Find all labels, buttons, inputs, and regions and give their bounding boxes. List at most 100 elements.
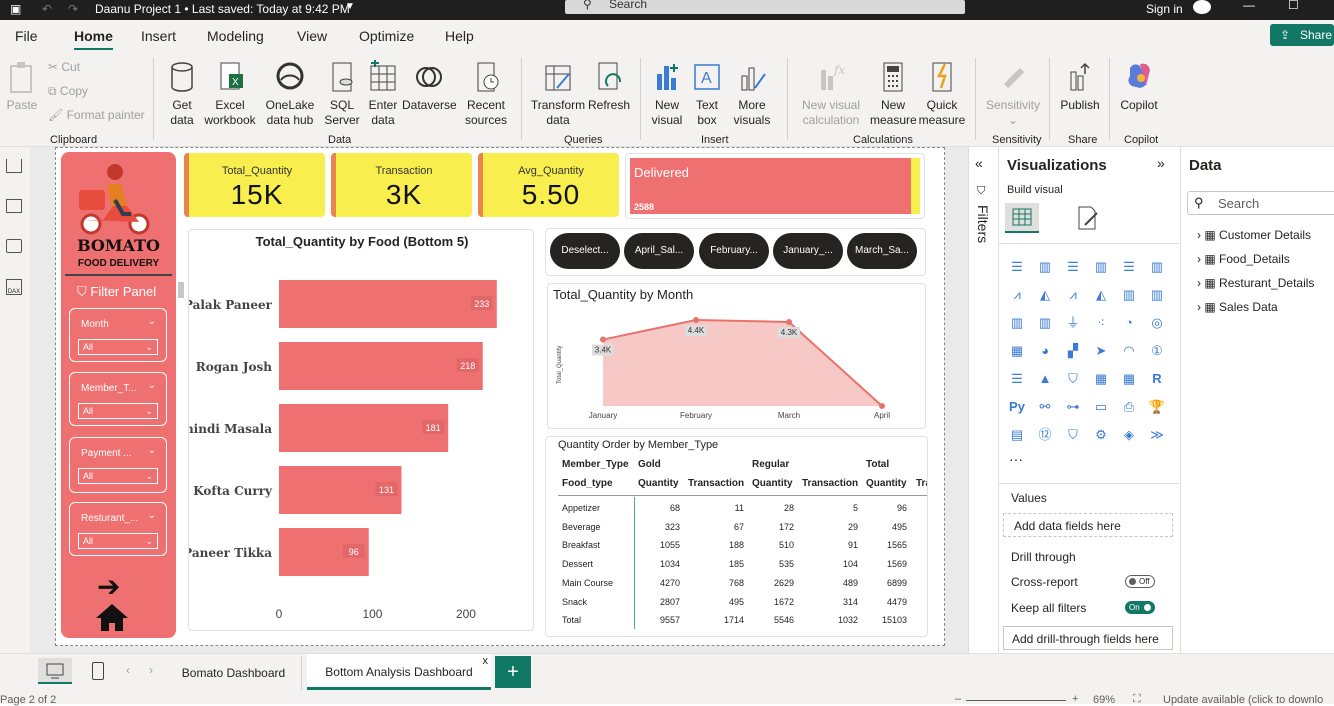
arrow-right-icon[interactable]: ➔ <box>97 570 120 603</box>
power-apps-icon[interactable]: ⚙ <box>1091 425 1111 445</box>
data-point[interactable] <box>600 336 606 343</box>
r-visual-icon[interactable]: R <box>1147 369 1167 389</box>
undo-icon[interactable]: ↶ <box>42 2 52 16</box>
page-tab-bomato-dashboard[interactable]: Bomato Dashboard <box>166 656 302 690</box>
kpi-transaction[interactable]: Transaction 3K <box>331 153 472 217</box>
multi-row-card-icon[interactable]: ☰ <box>1007 369 1027 389</box>
chevron-right-icon[interactable]: » <box>1157 155 1165 171</box>
gauge-icon[interactable]: ◠ <box>1119 341 1139 361</box>
new-visual-button[interactable]: New visual <box>648 60 686 128</box>
keep-filters-toggle[interactable]: On <box>1125 601 1155 614</box>
tab-insert[interactable]: Insert <box>141 28 176 44</box>
add-drill-through-well[interactable]: Add drill-through fields here <box>1003 626 1173 650</box>
sign-in-link[interactable]: Sign in <box>1146 2 1183 16</box>
dataverse-button[interactable]: Dataverse <box>402 60 457 113</box>
get-data-button[interactable]: Get data <box>163 60 201 128</box>
data-point[interactable] <box>879 403 885 409</box>
goals-icon[interactable]: 🏆 <box>1147 397 1167 417</box>
pie-icon[interactable]: ◔ <box>1119 313 1139 333</box>
enter-data-button[interactable]: Enter data <box>366 60 400 128</box>
more-icon[interactable]: ≫ <box>1147 425 1167 445</box>
copy-button[interactable]: ⧉ Copy <box>48 84 88 99</box>
add-data-fields-well[interactable]: Add data fields here <box>1003 513 1173 537</box>
line-icon[interactable]: ⩘ <box>1007 285 1027 305</box>
copilot-button[interactable]: Copilot <box>1116 60 1162 113</box>
resize-handle[interactable] <box>178 282 184 298</box>
add-page-button[interactable]: + <box>495 656 531 688</box>
home-icon[interactable] <box>94 602 130 632</box>
slicer-dropdown[interactable]: All ⌄ <box>78 468 158 484</box>
cut-button[interactable]: ✂ Cut <box>48 60 80 74</box>
tree-item-customer-details[interactable]: › ▦ Customer Details <box>1197 228 1311 242</box>
slicer-dropdown[interactable]: All ⌄ <box>78 339 158 355</box>
filters-label[interactable]: Filters <box>975 205 991 243</box>
desktop-layout-icon[interactable] <box>38 658 72 684</box>
onelake-button[interactable]: OneLake data hub <box>262 60 318 128</box>
new-visual-calculation-button[interactable]: fx New visual calculation <box>796 60 866 128</box>
power-automate-icon[interactable]: ◈ <box>1119 425 1139 445</box>
february-button[interactable]: February... <box>699 233 769 269</box>
avatar[interactable] <box>1193 0 1211 14</box>
page-tab-bottom-analysis[interactable]: Bottom Analysis Dashboard x <box>307 654 491 690</box>
january-button[interactable]: January_... <box>773 233 843 269</box>
dax-query-icon[interactable]: DAX <box>6 279 22 295</box>
transform-data-button[interactable]: Transform data <box>530 60 586 128</box>
share-button[interactable]: ⇪ Share <box>1270 24 1334 46</box>
report-view-icon[interactable] <box>6 159 22 173</box>
publish-button[interactable]: Publish <box>1057 60 1103 113</box>
card-new-icon[interactable]: ⑫ <box>1035 425 1055 445</box>
excel-workbook-button[interactable]: X Excel workbook <box>204 60 256 128</box>
new-measure-button[interactable]: New measure <box>870 60 917 128</box>
stacked-column-icon[interactable]: ▥ <box>1035 257 1055 277</box>
slicer-payment[interactable]: Payment ... ⌄ All ⌄ <box>69 437 167 493</box>
format-visual-tab[interactable] <box>1073 203 1103 233</box>
bar[interactable] <box>279 342 483 390</box>
slicer-restaurant[interactable]: Resturant_... ⌄ All ⌄ <box>69 502 167 556</box>
100-column-icon[interactable]: ▥ <box>1147 257 1167 277</box>
matrix-card[interactable]: Quantity Order by Member_Type Member_Typ… <box>545 436 928 637</box>
mobile-layout-icon[interactable] <box>92 662 104 680</box>
build-visual-tab[interactable] <box>1005 203 1039 233</box>
clustered-column-icon[interactable]: ▥ <box>1091 257 1111 277</box>
recent-sources-button[interactable]: Recent sources <box>462 60 510 128</box>
azure-map-icon[interactable]: ➤ <box>1091 341 1111 361</box>
key-influencers-icon[interactable]: ⚯ <box>1035 397 1055 417</box>
waterfall-icon[interactable]: ▥ <box>1119 285 1139 305</box>
april-sales-button[interactable]: April_Sal... <box>624 233 694 269</box>
qa-icon[interactable]: ▭ <box>1091 397 1111 417</box>
stacked-bar-icon[interactable]: ☰ <box>1007 257 1027 277</box>
card-icon[interactable]: ① <box>1147 341 1167 361</box>
kpi-total-quantity[interactable]: Total_Quantity 15K <box>184 153 325 217</box>
table-view-icon[interactable] <box>6 199 22 213</box>
delivered-card[interactable]: Delivered 2588 <box>625 153 925 219</box>
redo-icon[interactable]: ↷ <box>68 2 78 16</box>
tab-modeling[interactable]: Modeling <box>207 28 264 44</box>
chevron-right-icon[interactable]: › <box>149 663 153 677</box>
100-bar-icon[interactable]: ☰ <box>1119 257 1139 277</box>
bar[interactable] <box>279 280 497 328</box>
line-clustered-icon[interactable]: ▥ <box>1007 313 1027 333</box>
slicer-month[interactable]: Month ⌄ All ⌄ <box>69 308 167 362</box>
paste-button[interactable]: Paste <box>6 60 38 113</box>
decomposition-tree-icon[interactable]: ⊶ <box>1063 397 1083 417</box>
slicer-new-icon[interactable]: ⛉ <box>1063 425 1083 445</box>
more-visuals-button[interactable]: More visuals <box>728 60 776 128</box>
tab-view[interactable]: View <box>297 28 327 44</box>
stacked-area-icon[interactable]: ⩘ <box>1063 285 1083 305</box>
tab-help[interactable]: Help <box>445 28 474 44</box>
sensitivity-button[interactable]: Sensitivity ⌄ <box>984 60 1042 128</box>
filled-map-icon[interactable]: ▞ <box>1063 341 1083 361</box>
update-notice[interactable]: Update available (click to downlo <box>1163 694 1323 706</box>
clustered-bar-icon[interactable]: ☰ <box>1063 257 1083 277</box>
slicer-member-type[interactable]: Member_T... ⌄ All ⌄ <box>69 372 167 426</box>
tab-optimize[interactable]: Optimize <box>359 28 414 44</box>
tab-file[interactable]: File <box>15 28 38 44</box>
chevron-left-icon[interactable]: ‹ <box>126 663 130 677</box>
line-column-icon[interactable]: ▥ <box>1147 285 1167 305</box>
refresh-button[interactable]: Refresh <box>588 60 630 113</box>
zoom-out-icon[interactable]: – <box>955 693 961 705</box>
chevron-down-icon[interactable]: ▼ <box>345 1 355 12</box>
cross-report-toggle[interactable]: Off <box>1125 575 1155 588</box>
minimize-icon[interactable]: — <box>1243 0 1255 12</box>
kpi-avg-quantity[interactable]: Avg_Quantity 5.50 <box>478 153 619 217</box>
